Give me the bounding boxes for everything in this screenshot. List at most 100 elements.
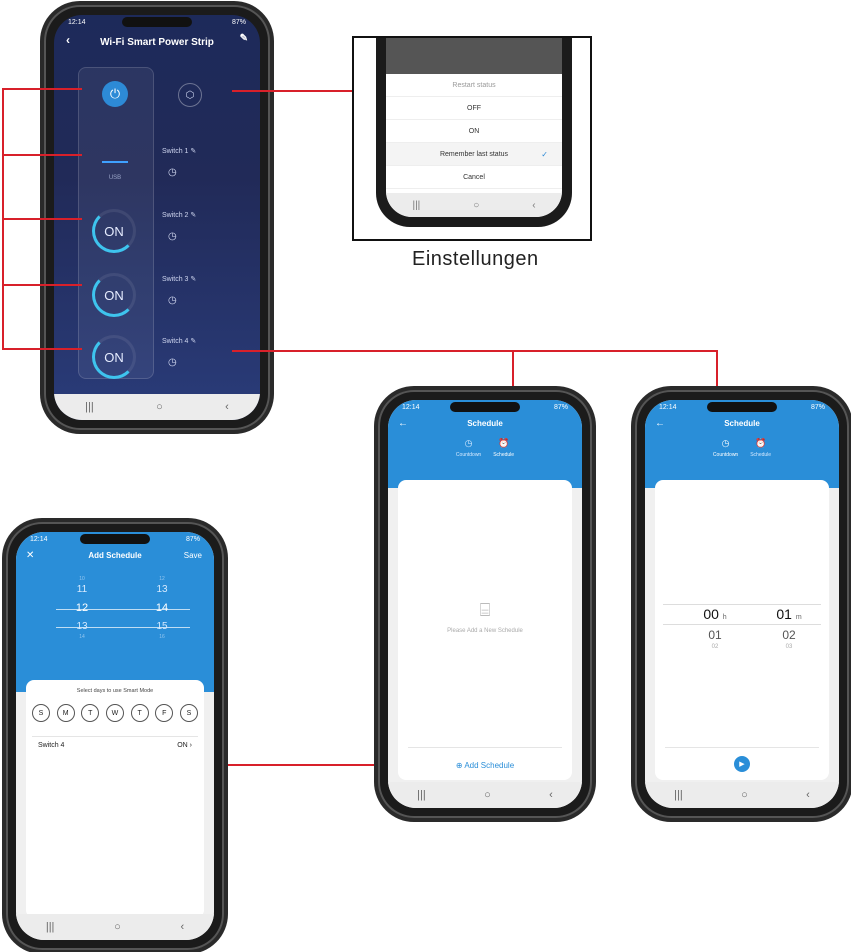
page-title: Schedule [724,418,760,428]
hour-option: 13 [76,621,88,632]
tab-schedule[interactable]: ⏰ Schedule [750,438,771,458]
edit-icon[interactable]: ✎ [240,33,248,44]
empty-state-text: Please Add a New Schedule [447,628,523,634]
home-icon[interactable]: ○ [741,789,748,801]
play-icon: ▶ [739,761,745,768]
switch-2-toggle[interactable]: ON [92,209,136,253]
tab-bar: ◷ Countdown ⏰ Schedule [645,438,839,458]
switch-2-timer-icon[interactable]: ◷ [168,231,177,242]
screen-main: 12:14 87% ‹ Wi-Fi Smart Power Strip ✎ ⏻ … [54,15,260,420]
option-on[interactable]: ON [386,120,562,143]
recent-apps-icon[interactable]: ||| [46,921,55,933]
home-icon[interactable]: ○ [484,789,491,801]
settings-cube-button[interactable]: ⬡ [178,83,202,107]
minute-next: 02 [782,628,796,642]
status-time: 12:14 [30,535,48,543]
option-remember-last[interactable]: Remember last status ✓ [386,143,562,166]
minute-option: 15 [156,621,168,632]
switch-row-value: ON › [177,742,192,749]
divider [665,747,819,748]
inset-caption: Einstellungen [412,248,539,270]
day-thursday[interactable]: T [130,704,149,722]
title-bar: ✕ Add Schedule Save [16,546,214,564]
minute-option: 12 [159,576,165,582]
recent-apps-icon[interactable]: ||| [85,401,94,413]
callout-line [232,350,718,352]
start-button[interactable]: ▶ [734,756,750,772]
empty-box-icon: ⌸ [479,600,491,620]
sheet-title: Restart status [386,74,562,97]
tab-schedule[interactable]: ⏰ Schedule [493,438,514,458]
day-saturday[interactable]: S [179,704,198,722]
switch-3-toggle[interactable]: ON [92,273,136,317]
switch-4-label[interactable]: Switch 4 ✎ [162,337,196,345]
hour-next-2: 02 [711,644,719,650]
status-battery: 87% [553,403,568,411]
back-arrow-icon[interactable]: ‹ [66,33,70,47]
back-arrow-icon[interactable]: ← [398,418,408,429]
home-icon[interactable]: ○ [156,401,163,413]
switch-3-timer-icon[interactable]: ◷ [168,295,177,306]
tab-countdown[interactable]: ◷ Countdown [713,438,738,458]
dim-overlay [386,38,562,74]
switch-3-label[interactable]: Switch 3 ✎ [162,275,196,283]
hour-selected: 00 [703,606,719,622]
status-battery: 87% [231,18,246,26]
home-icon[interactable]: ○ [473,200,479,211]
days-prompt: Select days to use Smart Mode [76,688,154,694]
home-icon[interactable]: ○ [114,921,121,933]
minute-wheel[interactable]: 12 13 14 15 16 [142,576,182,640]
page-title: Add Schedule [88,550,142,560]
minute-option: 13 [156,584,168,595]
save-button[interactable]: Save [184,551,202,560]
callout-line [2,284,82,286]
switch-1-label[interactable]: Switch 1 ✎ [162,147,196,155]
hour-wheel[interactable]: 10 11 12 13 14 [62,576,102,640]
day-sunday[interactable]: S [32,704,50,722]
minute-selected: 01 [776,606,792,622]
hour-picker[interactable]: 00 h 01 02 [685,606,745,650]
callout-line [2,88,82,90]
recent-apps-icon[interactable]: ||| [674,789,683,801]
title-bar: ← Schedule [388,414,582,432]
add-schedule-button[interactable]: ⊕ Add Schedule [398,761,572,770]
tab-countdown[interactable]: ◷ Countdown [456,438,481,458]
back-nav-icon[interactable]: ‹ [225,401,229,413]
recent-apps-icon[interactable]: ||| [412,200,420,211]
recent-apps-icon[interactable]: ||| [417,789,426,801]
switch-1-timer-icon[interactable]: ◷ [168,167,177,178]
switch-row[interactable]: Switch 4 ON › [38,742,192,749]
back-arrow-icon[interactable]: ← [655,418,665,429]
switch-4-toggle[interactable]: ON [92,335,136,379]
usb-label: USB [108,175,122,181]
cube-icon: ⬡ [185,89,195,101]
nav-bar: ||| ○ ‹ [54,394,260,420]
close-icon[interactable]: ✕ [26,550,34,561]
back-nav-icon[interactable]: ‹ [532,200,535,211]
day-tuesday[interactable]: T [81,704,100,722]
switch-2-label[interactable]: Switch 2 ✎ [162,211,196,219]
day-wednesday[interactable]: W [105,704,124,722]
day-monday[interactable]: M [56,704,75,722]
alarm-icon: ⏰ [498,438,510,448]
switch-4-timer-icon[interactable]: ◷ [168,357,177,368]
camera-notch [450,402,520,412]
clock-icon: ◷ [464,438,473,448]
clock-icon: ◷ [721,438,730,448]
chevron-right-icon: › [189,742,192,749]
day-friday[interactable]: F [155,704,174,722]
camera-notch [707,402,777,412]
usb-indicator[interactable] [102,161,128,163]
power-icon: ⏻ [109,86,121,101]
status-battery: 87% [185,535,200,543]
back-nav-icon[interactable]: ‹ [180,921,184,933]
hour-option: 14 [79,634,85,640]
minute-picker[interactable]: 01 m 02 03 [759,606,819,650]
screen-schedule: 12:14 87% ← Schedule ◷ Countdown ⏰ Schedul… [388,400,582,808]
back-nav-icon[interactable]: ‹ [806,789,810,801]
option-off[interactable]: OFF [386,97,562,120]
picker-top-line [663,604,821,605]
master-power-button[interactable]: ⏻ [102,81,128,107]
cancel-button[interactable]: Cancel [386,166,562,189]
back-nav-icon[interactable]: ‹ [549,789,553,801]
